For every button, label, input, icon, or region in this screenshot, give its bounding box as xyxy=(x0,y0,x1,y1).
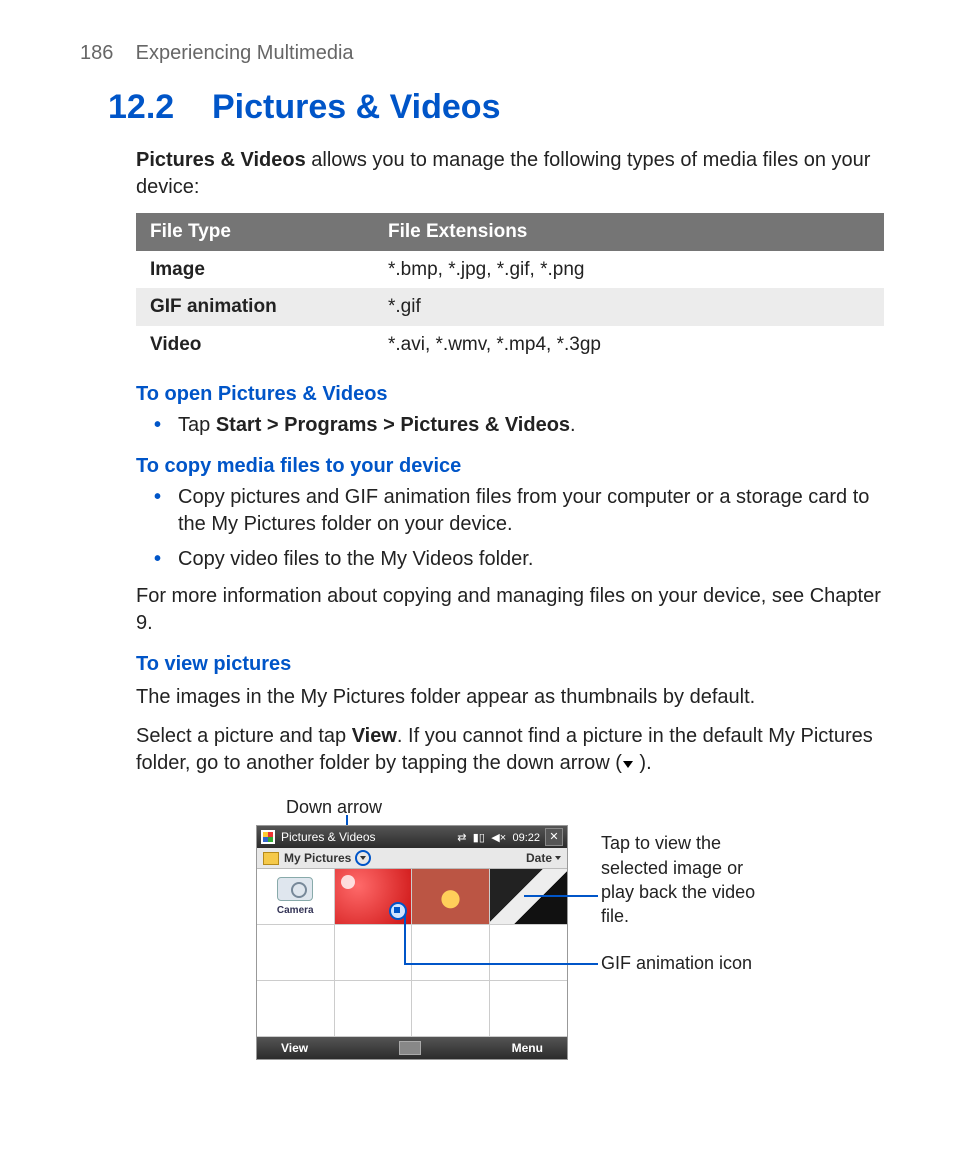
leader-line xyxy=(404,915,406,963)
camera-shortcut[interactable]: Camera xyxy=(257,869,335,925)
keyboard-icon[interactable] xyxy=(399,1041,421,1055)
softkey-bar: View Menu xyxy=(257,1037,567,1059)
table-header-ext: File Extensions xyxy=(374,213,884,251)
empty-cell xyxy=(490,925,568,981)
view-p2: Select a picture and tap View. If you ca… xyxy=(136,723,884,777)
text: Select a picture and tap xyxy=(136,725,352,747)
thumbnail[interactable] xyxy=(490,869,568,925)
text: . xyxy=(570,414,576,436)
close-icon[interactable]: ✕ xyxy=(545,828,563,846)
page-number: 186 xyxy=(80,42,113,64)
sync-icon: ⇄ xyxy=(457,832,466,844)
empty-cell xyxy=(257,925,335,981)
camera-icon xyxy=(277,877,313,901)
table-row: GIF animation *.gif xyxy=(136,288,884,326)
leader-line xyxy=(524,895,598,897)
callout-down-arrow: Down arrow xyxy=(286,795,382,819)
status-icons: ⇄ ▮▯ ◀× 09:22 xyxy=(454,829,540,846)
callout-gif-icon: GIF animation icon xyxy=(601,951,771,975)
sort-dropdown[interactable]: Date xyxy=(526,850,561,866)
folder-dropdown-icon[interactable] xyxy=(355,850,371,866)
path-bar: My Pictures Date xyxy=(257,848,567,869)
text: ). xyxy=(634,752,652,774)
list-item: Copy video files to the My Videos folder… xyxy=(176,546,884,573)
subhead-copy: To copy media files to your device xyxy=(136,453,884,480)
subhead-open: To open Pictures & Videos xyxy=(136,381,884,408)
thumbnail-image xyxy=(412,869,489,924)
empty-cell xyxy=(257,981,335,1037)
cell-type: GIF animation xyxy=(136,288,374,326)
subhead-view: To view pictures xyxy=(136,651,884,678)
softkey-menu[interactable]: Menu xyxy=(512,1040,543,1056)
start-icon[interactable] xyxy=(261,830,275,844)
section-title: 12.2 Pictures & Videos xyxy=(108,85,884,131)
view-p1: The images in the My Pictures folder app… xyxy=(136,684,884,711)
empty-cell xyxy=(335,925,413,981)
empty-cell xyxy=(335,981,413,1037)
nav-path: Start > Programs > Pictures & Videos xyxy=(216,414,570,436)
callout-tap-view: Tap to view the selected image or play b… xyxy=(601,831,771,928)
text: Tap xyxy=(178,414,216,436)
cell-type: Image xyxy=(136,251,374,289)
empty-cell xyxy=(490,981,568,1037)
copy-tail: For more information about copying and m… xyxy=(136,583,884,637)
thumbnail[interactable] xyxy=(412,869,490,925)
file-type-table: File Type File Extensions Image *.bmp, *… xyxy=(136,213,884,364)
signal-icon: ▮▯ xyxy=(473,832,485,844)
folder-icon xyxy=(263,852,279,865)
empty-cell xyxy=(412,981,490,1037)
clock: 09:22 xyxy=(512,832,540,844)
sort-label: Date xyxy=(526,850,552,866)
section-number: 12.2 xyxy=(108,88,174,126)
table-header-filetype: File Type xyxy=(136,213,374,251)
cell-type: Video xyxy=(136,326,374,364)
softkey-view[interactable]: View xyxy=(281,1040,308,1056)
thumbnail-grid: Camera xyxy=(257,869,567,1037)
list-item: Copy pictures and GIF animation files fr… xyxy=(176,484,884,538)
device-screenshot: Pictures & Videos ⇄ ▮▯ ◀× 09:22 ✕ My Pic… xyxy=(256,825,568,1060)
volume-icon: ◀× xyxy=(491,832,506,844)
view-action: View xyxy=(352,725,397,747)
app-title: Pictures & Videos xyxy=(281,829,376,845)
intro-strong: Pictures & Videos xyxy=(136,149,306,171)
list-item: Tap Start > Programs > Pictures & Videos… xyxy=(176,412,884,439)
cell-ext: *.gif xyxy=(374,288,884,326)
screenshot-figure: Down arrow Pictures & Videos ⇄ ▮▯ ◀× 09:… xyxy=(256,795,896,1095)
leader-line xyxy=(404,963,598,965)
empty-cell xyxy=(412,925,490,981)
table-row: Video *.avi, *.wmv, *.mp4, *.3gp xyxy=(136,326,884,364)
section-name: Pictures & Videos xyxy=(212,88,501,126)
intro-paragraph: Pictures & Videos allows you to manage t… xyxy=(136,147,884,201)
chapter-title: Experiencing Multimedia xyxy=(136,42,354,64)
cell-ext: *.bmp, *.jpg, *.gif, *.png xyxy=(374,251,884,289)
camera-label: Camera xyxy=(277,904,314,918)
page-header: 186 Experiencing Multimedia xyxy=(80,40,884,67)
down-arrow-icon xyxy=(622,758,634,770)
titlebar: Pictures & Videos ⇄ ▮▯ ◀× 09:22 ✕ xyxy=(257,826,567,848)
current-folder: My Pictures xyxy=(284,850,351,866)
cell-ext: *.avi, *.wmv, *.mp4, *.3gp xyxy=(374,326,884,364)
thumbnail[interactable] xyxy=(335,869,413,925)
table-row: Image *.bmp, *.jpg, *.gif, *.png xyxy=(136,251,884,289)
